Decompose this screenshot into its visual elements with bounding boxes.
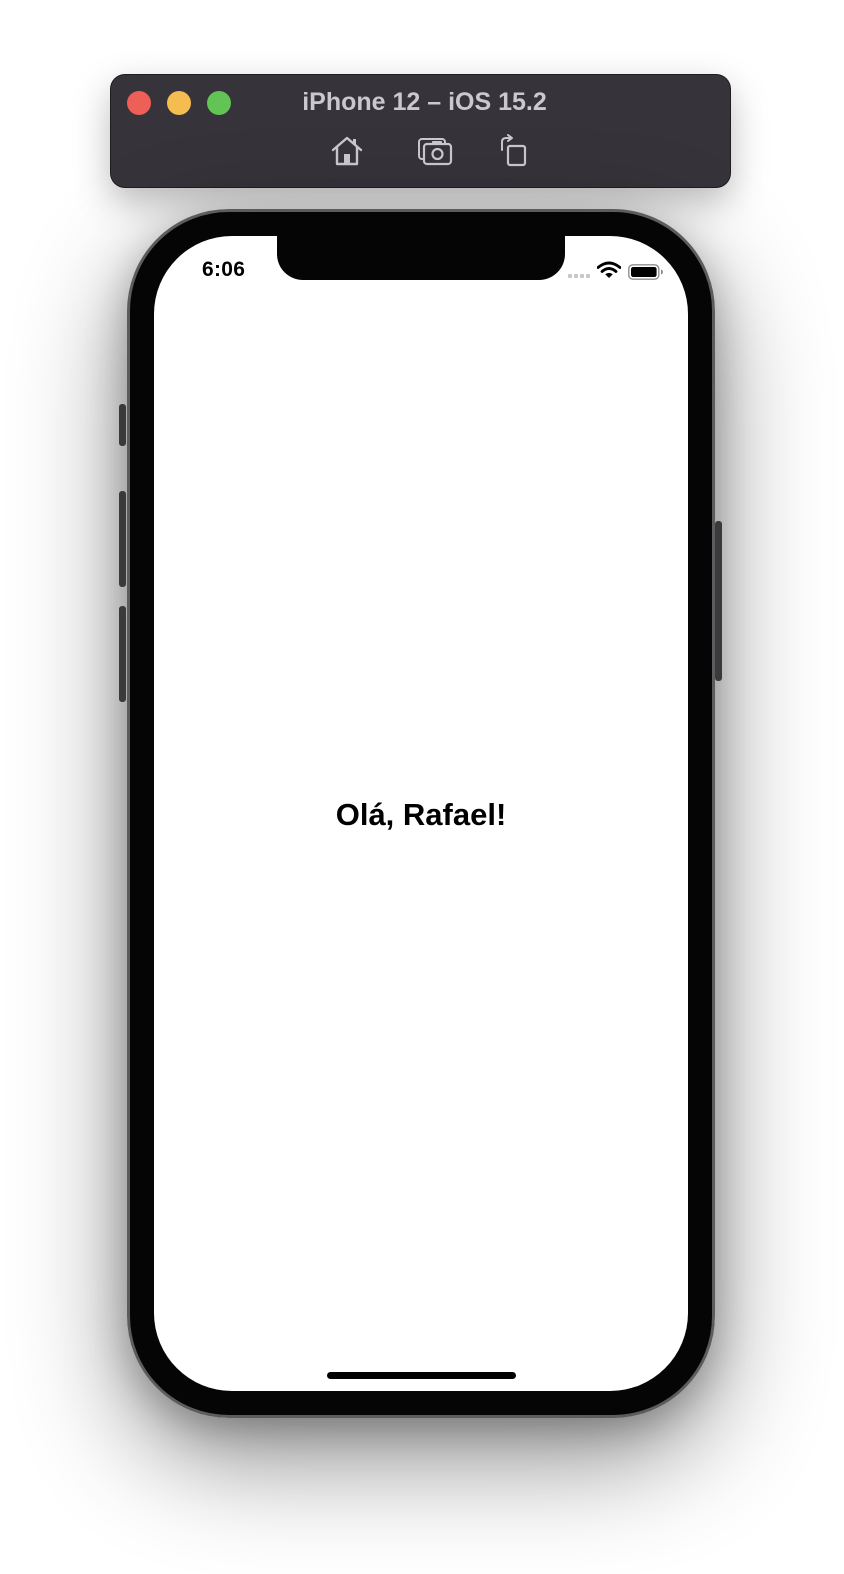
- device-screen[interactable]: 6:06 Olá, Rafael!: [154, 236, 688, 1391]
- notch: [277, 236, 565, 280]
- rotate-button[interactable]: [493, 133, 533, 169]
- wifi-icon: [597, 261, 621, 278]
- greeting-text: Olá, Rafael!: [335, 797, 507, 832]
- home-button[interactable]: [327, 133, 367, 169]
- simulator-titlebar[interactable]: iPhone 12 – iOS 15.2: [111, 75, 730, 187]
- volume-up-button[interactable]: [119, 491, 126, 587]
- side-power-button[interactable]: [715, 521, 722, 681]
- status-time: 6:06: [202, 258, 246, 281]
- home-icon: [331, 136, 363, 166]
- silent-switch[interactable]: [119, 404, 126, 446]
- simulator-stage: iPhone 12 – iOS 15.2 6:06 Olá, Rafael!: [0, 0, 844, 1574]
- screenshot-button[interactable]: [415, 133, 455, 169]
- home-indicator[interactable]: [327, 1372, 516, 1379]
- battery-icon: [628, 264, 663, 280]
- rotate-icon: [501, 134, 527, 167]
- volume-down-button[interactable]: [119, 606, 126, 702]
- window-title: iPhone 12 – iOS 15.2: [302, 88, 547, 116]
- cellular-signal-icon: [568, 274, 590, 278]
- camera-icon: [418, 138, 453, 166]
